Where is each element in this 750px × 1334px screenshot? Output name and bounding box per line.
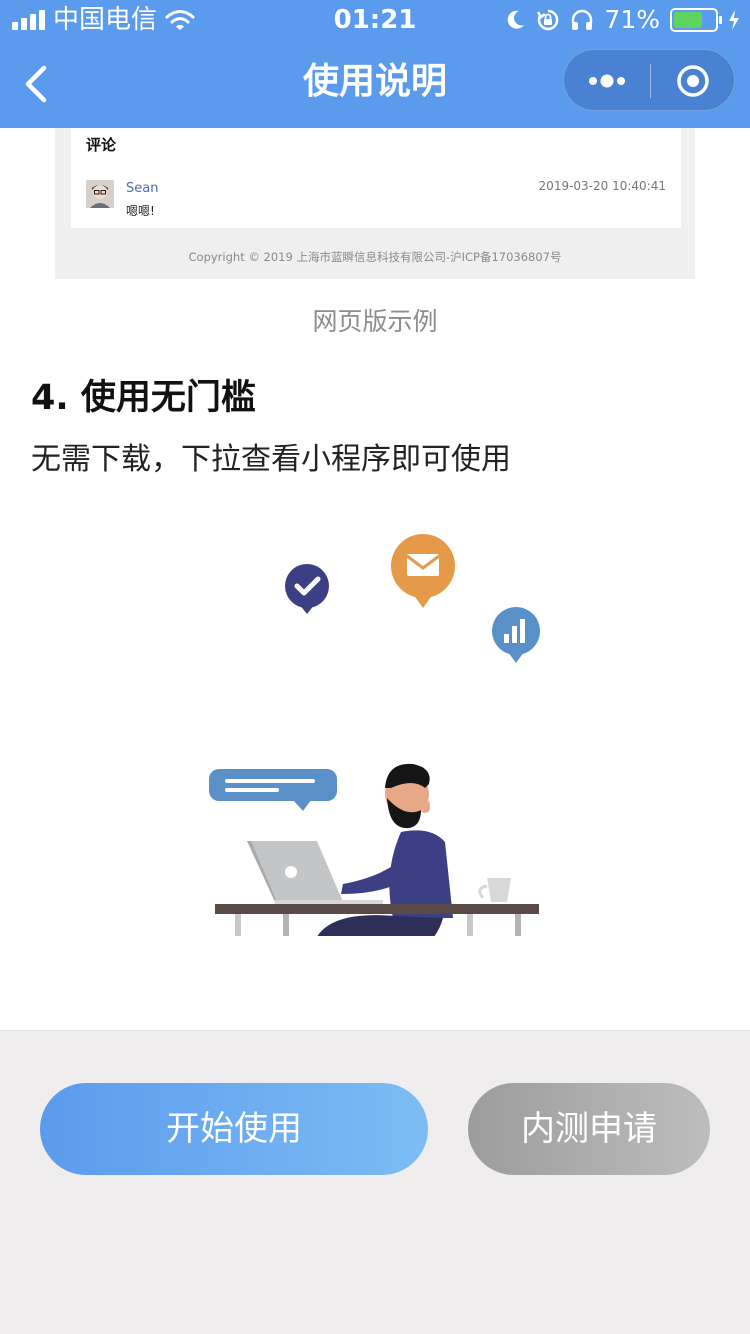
message-bubble-icon xyxy=(209,769,337,811)
headphones-icon xyxy=(572,9,593,30)
laptop xyxy=(247,841,383,906)
comment-card: 评论 Sean 2019-03-20 10:40:41 嗯嗯! xyxy=(71,128,681,228)
status-left: 中国电信 xyxy=(12,6,195,34)
comment-time: 2019-03-20 10:40:41 xyxy=(538,179,666,193)
image-caption: 网页版示例 xyxy=(312,307,438,336)
rotation-lock-icon xyxy=(537,9,559,31)
comment-user: Sean xyxy=(126,181,159,196)
checkmark-bubble-icon xyxy=(285,564,329,614)
comments-title: 评论 xyxy=(86,136,117,154)
nav-bar: 使用说明 xyxy=(0,40,750,128)
comment-text: 嗯嗯! xyxy=(126,204,155,218)
target-circle-icon xyxy=(677,65,709,97)
battery-icon xyxy=(670,8,722,32)
section-body: 无需下载，下拉查看小程序即可使用 xyxy=(31,442,511,477)
more-dots-icon xyxy=(589,74,625,88)
web-version-sample-image: 评论 Sean 2019-03-20 10:40:41 嗯嗯! Copyrigh… xyxy=(55,128,695,279)
battery-level-fill xyxy=(674,12,703,28)
more-button[interactable] xyxy=(564,50,650,112)
moon-icon xyxy=(508,10,525,29)
copyright-text: Copyright © 2019 上海市蓝瞬信息科技有限公司-沪ICP备1703… xyxy=(188,250,562,264)
chevron-left-icon[interactable] xyxy=(18,62,54,106)
close-button[interactable] xyxy=(651,50,735,112)
status-bar: 中国电信 01:21 71% xyxy=(0,0,750,40)
signal-icon xyxy=(12,10,45,30)
chart-bubble-icon xyxy=(492,607,540,663)
section-heading: 4. 使用无门槛 xyxy=(31,378,256,418)
carrier-name: 中国电信 xyxy=(53,5,158,35)
status-right: 71% xyxy=(506,5,740,35)
person-at-laptop-illustration xyxy=(209,534,540,936)
mail-bubble-icon xyxy=(391,534,455,608)
bottom-action-bar: 开始使用 内测申请 xyxy=(0,1030,750,1334)
battery-percent: 71% xyxy=(604,5,660,34)
charging-icon xyxy=(729,10,739,30)
wifi-icon xyxy=(165,10,195,30)
mini-program-capsule xyxy=(563,49,735,111)
content-scroll[interactable]: 评论 Sean 2019-03-20 10:40:41 嗯嗯! Copyrigh… xyxy=(0,128,750,1030)
beta-apply-button[interactable]: 内测申请 xyxy=(468,1083,710,1175)
avatar xyxy=(86,180,114,208)
start-using-button[interactable]: 开始使用 xyxy=(40,1083,428,1175)
user-avatar-icon xyxy=(86,180,114,208)
